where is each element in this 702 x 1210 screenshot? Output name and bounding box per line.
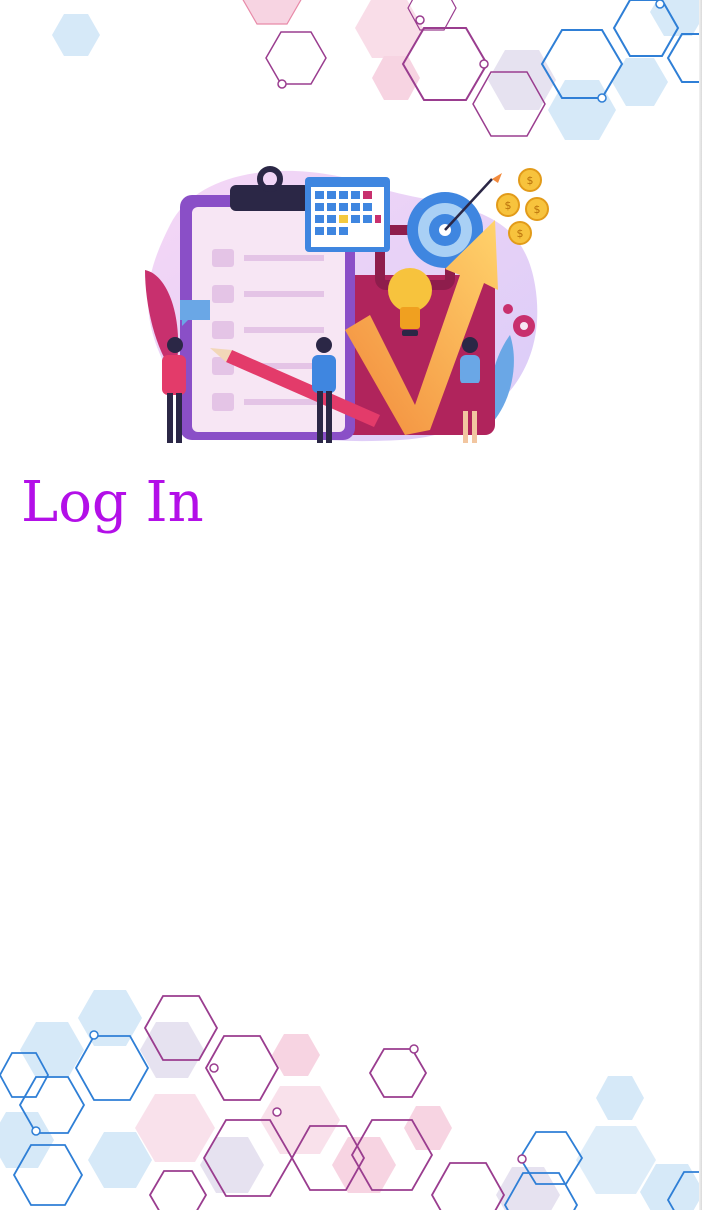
- productivity-illustration: $ $ $ $: [145, 166, 549, 443]
- svg-text:$: $: [505, 199, 512, 212]
- svg-text:$: $: [527, 174, 534, 187]
- hexagon-pattern-top: [52, 0, 702, 140]
- page-title: Log In: [21, 470, 204, 535]
- calendar-icon: [305, 177, 390, 252]
- svg-text:$: $: [517, 227, 524, 240]
- svg-text:$: $: [534, 203, 541, 216]
- hexagon-pattern-bottom: [0, 990, 702, 1210]
